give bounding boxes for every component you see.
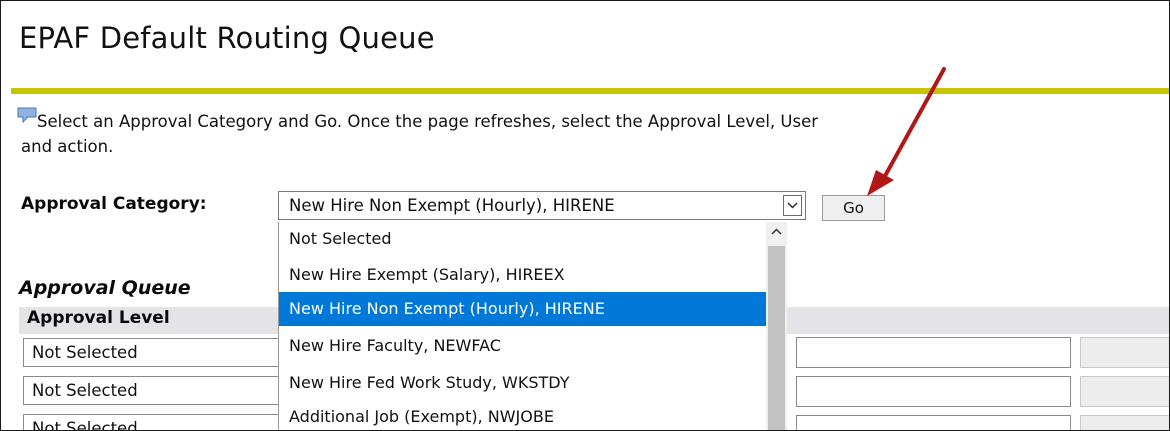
speech-bubble-icon — [17, 107, 37, 123]
user-field-3[interactable] — [796, 415, 1071, 430]
row-action-button-1[interactable] — [1080, 337, 1169, 368]
approval-category-dropdown-list[interactable]: Not Selected New Hire Exempt (Salary), H… — [278, 222, 787, 430]
scrollbar-thumb[interactable] — [768, 246, 785, 430]
dropdown-scrollbar[interactable] — [766, 222, 787, 430]
instructions-text: Select an Approval Category and Go. Once… — [21, 109, 1169, 156]
screenshot-frame: EPAF Default Routing Queue Select an App… — [0, 0, 1170, 431]
dropdown-option[interactable]: New Hire Fed Work Study, WKSTDY — [279, 366, 767, 400]
row-action-button-3[interactable] — [1080, 415, 1169, 430]
approval-category-select[interactable]: New Hire Non Exempt (Hourly), HIRENE — [278, 191, 806, 220]
title-underline — [11, 88, 1169, 94]
instructions-line-2: and action. — [21, 137, 114, 156]
go-button[interactable]: Go — [822, 195, 885, 221]
dropdown-option[interactable]: New Hire Faculty, NEWFAC — [279, 329, 767, 363]
page-title: EPAF Default Routing Queue — [19, 21, 435, 55]
user-field-2[interactable] — [796, 376, 1071, 407]
approval-category-value: New Hire Non Exempt (Hourly), HIRENE — [289, 196, 615, 215]
approval-level-select-2[interactable]: Not Selected — [23, 376, 279, 405]
dropdown-option[interactable]: Not Selected — [279, 222, 767, 256]
dropdown-option[interactable]: Additional Job (Exempt), NWJOBE — [279, 400, 767, 430]
approval-category-label: Approval Category: — [21, 194, 207, 214]
chevron-down-icon[interactable] — [783, 195, 802, 216]
approval-level-select-3[interactable]: Not Selected — [23, 414, 279, 430]
chevron-up-icon[interactable] — [766, 222, 787, 243]
dropdown-option-selected[interactable]: New Hire Non Exempt (Hourly), HIRENE — [279, 292, 767, 326]
user-field-1[interactable] — [796, 337, 1071, 368]
dropdown-option[interactable]: New Hire Exempt (Salary), HIREEX — [279, 258, 767, 292]
approval-level-select-1[interactable]: Not Selected — [23, 338, 279, 367]
approval-queue-heading: Approval Queue — [19, 277, 191, 299]
instructions-line-1: Select an Approval Category and Go. Once… — [37, 112, 819, 131]
column-header-approval-level: Approval Level — [27, 308, 170, 328]
row-action-button-2[interactable] — [1080, 376, 1169, 407]
